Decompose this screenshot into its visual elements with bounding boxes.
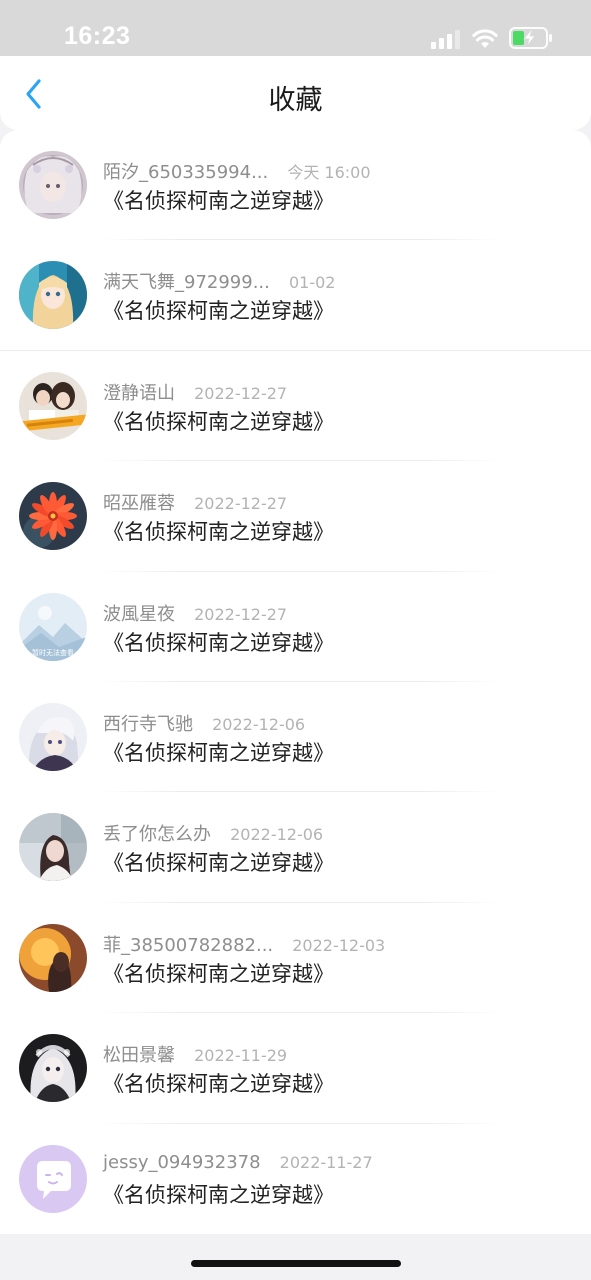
list-item[interactable]: 西行寺飞驰 2022-12-06 《名侦探柯南之逆穿越》 <box>0 682 591 793</box>
item-time: 今天 16:00 <box>287 163 371 182</box>
avatar <box>19 1144 87 1213</box>
status-bar: 16:23 <box>0 0 591 56</box>
favorites-list: 陌汐_650335994... 今天 16:00 《名侦探柯南之逆穿越》 满天飞… <box>0 130 591 1234</box>
user-name: 澄静语山 <box>103 382 175 404</box>
item-title: 《名侦探柯南之逆穿越》 <box>103 189 334 213</box>
avatar-caption: 暂时无法查看 <box>32 648 74 657</box>
avatar <box>19 813 87 882</box>
item-time: 2022-12-06 <box>212 714 306 734</box>
list-item[interactable]: 丢了你怎么办 2022-12-06 《名侦探柯南之逆穿越》 <box>0 792 591 904</box>
avatar <box>19 482 87 551</box>
item-time: 2022-12-27 <box>194 383 288 403</box>
silhouette-avatar <box>19 923 87 992</box>
avatar <box>19 1034 87 1103</box>
user-name: 满天飞舞_972999... <box>103 272 270 294</box>
item-title: 《名侦探柯南之逆穿越》 <box>103 299 334 324</box>
list-item[interactable]: 松田景馨 2022-11-29 《名侦探柯南之逆穿越》 <box>0 1013 591 1124</box>
user-name: 波風星夜 <box>103 603 175 625</box>
user-name: 丢了你怎么办 <box>103 824 211 846</box>
item-time: 2022-11-27 <box>279 1152 373 1172</box>
avatar <box>19 151 87 219</box>
anime-girl-blue-avatar <box>19 261 87 330</box>
item-time: 2022-11-29 <box>194 1046 288 1066</box>
list-item[interactable]: 昭巫雁蓉 2022-12-27 《名侦探柯南之逆穿越》 <box>0 461 591 572</box>
item-title: 《名侦探柯南之逆穿越》 <box>103 520 334 545</box>
user-name: jessy_094932378 <box>103 1151 261 1173</box>
list-item[interactable]: 暂时无法查看 波風星夜 2022-12-27 《名侦探柯南之逆穿越》 <box>0 572 591 683</box>
anime-girl-avatar <box>19 151 87 219</box>
chat-bubble-avatar <box>19 1144 87 1213</box>
signal-icon <box>431 30 460 49</box>
couple-photo-avatar <box>19 371 87 440</box>
dark-doll-avatar <box>19 1034 87 1103</box>
item-time: 2022-12-03 <box>292 935 386 955</box>
girl-photo-avatar <box>19 813 87 882</box>
item-time: 2022-12-27 <box>194 604 288 624</box>
page-title: 收藏 <box>268 85 323 116</box>
list-item[interactable]: 满天飞舞_972999... 01-02 《名侦探柯南之逆穿越》 <box>0 240 591 352</box>
home-indicator[interactable] <box>191 1260 401 1267</box>
item-title: 《名侦探柯南之逆穿越》 <box>103 409 334 434</box>
avatar <box>19 261 87 330</box>
user-name: 西行寺飞驰 <box>103 713 193 735</box>
item-time: 2022-12-27 <box>194 494 288 514</box>
item-title: 《名侦探柯南之逆穿越》 <box>103 630 334 655</box>
status-time: 16:23 <box>64 22 131 50</box>
list-item[interactable]: 菲_38500782882... 2022-12-03 《名侦探柯南之逆穿越》 <box>0 903 591 1014</box>
list-item[interactable]: 澄静语山 2022-12-27 《名侦探柯南之逆穿越》 <box>0 351 591 462</box>
avatar <box>19 923 87 992</box>
anime-character-avatar <box>19 702 87 771</box>
item-title: 《名侦探柯南之逆穿越》 <box>103 740 334 765</box>
item-time: 2022-12-06 <box>230 825 324 845</box>
user-name: 昭巫雁蓉 <box>103 493 175 515</box>
battery-charging-icon <box>509 27 552 49</box>
avatar <box>19 702 87 771</box>
nav-bar: 收藏 <box>0 56 591 130</box>
list-item[interactable]: 陌汐_650335994... 今天 16:00 《名侦探柯南之逆穿越》 <box>0 130 591 241</box>
user-name: 菲_38500782882... <box>103 934 274 956</box>
wifi-icon <box>472 29 498 48</box>
avatar: 暂时无法查看 <box>19 592 87 661</box>
item-title: 《名侦探柯南之逆穿越》 <box>103 851 334 876</box>
user-name: 松田景馨 <box>103 1045 175 1067</box>
default-landscape-avatar: 暂时无法查看 <box>19 592 87 661</box>
item-time: 01-02 <box>288 273 336 293</box>
avatar <box>19 371 87 440</box>
favorites-screen: 16:23 收藏 陌汐_650335994... 今天 16:00 《名侦探柯南… <box>0 0 591 1280</box>
red-flower-avatar <box>19 482 87 551</box>
list-item[interactable]: jessy_094932378 2022-11-27 《名侦探柯南之逆穿越》 <box>0 1124 591 1234</box>
item-title: 《名侦探柯南之逆穿越》 <box>103 1182 334 1207</box>
user-name: 陌汐_650335994... <box>103 162 269 183</box>
item-title: 《名侦探柯南之逆穿越》 <box>103 1072 334 1097</box>
item-title: 《名侦探柯南之逆穿越》 <box>103 961 334 986</box>
